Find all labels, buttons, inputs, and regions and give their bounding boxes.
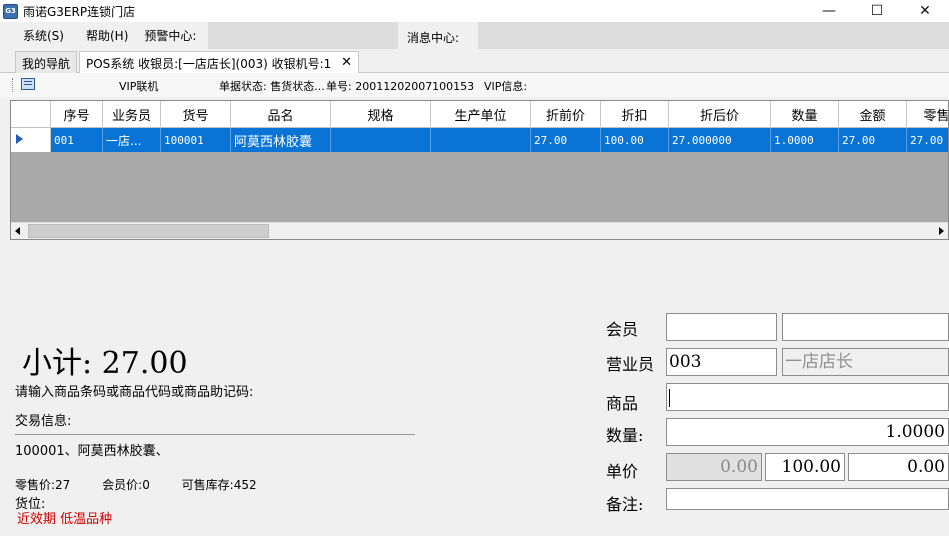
unit-price-field-3[interactable]: 0.00 — [848, 453, 949, 481]
col-header[interactable]: 金额 — [839, 101, 907, 128]
trade-info-text: 100001、阿莫西林胶囊、 — [15, 444, 169, 459]
cell-spec[interactable] — [331, 128, 431, 152]
col-header[interactable]: 品名 — [231, 101, 331, 128]
menu-bar: 系统(S) 帮助(H) 预警中心: 消息中心: — [0, 22, 949, 49]
app-icon: G3 — [3, 3, 18, 19]
salesperson-label: 营业员 — [606, 355, 655, 374]
cell-price-before[interactable]: 27.00 — [531, 128, 601, 152]
quantity-input[interactable]: 1.0000 — [666, 418, 949, 446]
col-header[interactable]: 数量 — [771, 101, 839, 128]
product-label: 商品 — [606, 394, 639, 413]
divider — [15, 434, 415, 435]
scroll-right-icon[interactable] — [939, 227, 944, 235]
retail-price: 零售价:27 — [15, 478, 71, 492]
subtotal: 小计: 27.00 — [22, 346, 188, 381]
cell-discount[interactable]: 100.00 — [601, 128, 669, 152]
cell-manufacturer[interactable] — [431, 128, 531, 152]
row-header-corner — [11, 101, 51, 128]
warning-center-panel — [208, 22, 398, 49]
input-prompt: 请输入商品条码或商品代码或商品助记码: — [15, 385, 254, 400]
scroll-left-icon[interactable] — [15, 227, 20, 235]
col-header[interactable]: 生产单位 — [431, 101, 531, 128]
title-bar: G3 雨诺G3ERP连锁门店 — ☐ ✕ — [0, 0, 949, 22]
member-price: 会员价:0 — [102, 478, 150, 492]
table-row[interactable]: 001 一店... 100001 阿莫西林胶囊 27.00 100.00 27.… — [11, 128, 948, 152]
maximize-button[interactable]: ☐ — [853, 0, 901, 22]
text-cursor — [669, 388, 670, 407]
product-input[interactable] — [666, 383, 949, 411]
warning-text: 近效期 低温品种 — [17, 512, 113, 527]
salesperson-name-field: 一店店长 — [782, 348, 949, 376]
vip-mode: VIP联机 — [119, 80, 159, 93]
doc-status: 单据状态: 售货状态... — [219, 80, 325, 93]
cell-retail[interactable]: 27.00 — [907, 128, 948, 152]
tab-pos-system[interactable]: POS系统 收银员:[一店店长](003) 收银机号:1 ✕ — [79, 51, 359, 74]
tab-pos-label: POS系统 收银员:[一店店长](003) 收银机号:1 — [86, 57, 332, 71]
cell-price-after[interactable]: 27.000000 — [669, 128, 771, 152]
unit-price-field-2[interactable]: 100.00 — [765, 453, 845, 481]
unit-price-label: 单价 — [606, 462, 639, 481]
note-label: 备注: — [606, 495, 644, 514]
cell-quantity[interactable]: 1.0000 — [771, 128, 839, 152]
window-controls: — ☐ ✕ — [805, 0, 949, 22]
col-header[interactable]: 折后价 — [669, 101, 771, 128]
col-header[interactable]: 规格 — [331, 101, 431, 128]
col-header[interactable]: 折前价 — [531, 101, 601, 128]
close-icon[interactable]: ✕ — [341, 55, 352, 70]
available-stock: 可售库存:452 — [181, 478, 257, 492]
toolbar: VIP联机 单据状态: 售货状态... 单号: 2001120200710015… — [0, 73, 949, 97]
minimize-button[interactable]: — — [805, 0, 853, 22]
row-pointer-icon — [11, 128, 51, 152]
col-header[interactable]: 货号 — [161, 101, 231, 128]
col-header[interactable]: 序号 — [51, 101, 103, 128]
message-center-label[interactable]: 消息中心: — [407, 29, 459, 46]
tab-bar: 我的导航 POS系统 收银员:[一店店长](003) 收银机号:1 ✕ — [0, 49, 949, 74]
close-button[interactable]: ✕ — [901, 0, 949, 22]
member-label: 会员 — [606, 320, 639, 339]
grid-header: 序号 业务员 货号 品名 规格 生产单位 折前价 折扣 折后价 数量 金额 零售 — [11, 101, 948, 128]
vip-info: VIP信息: — [484, 80, 528, 93]
member-name-input[interactable] — [782, 313, 949, 341]
quantity-label: 数量: — [606, 426, 644, 445]
menu-help[interactable]: 帮助(H) — [86, 27, 128, 44]
menu-system[interactable]: 系统(S) — [23, 27, 64, 44]
menu-warning-center[interactable]: 预警中心: — [144, 27, 196, 44]
scroll-thumb[interactable] — [28, 224, 269, 238]
unit-price-field-1: 0.00 — [666, 453, 762, 481]
screen-icon[interactable] — [21, 78, 35, 90]
price-info: 零售价:27 会员价:0 可售库存:452 — [15, 476, 285, 493]
col-header[interactable]: 折扣 — [601, 101, 669, 128]
horizontal-scrollbar[interactable] — [11, 222, 948, 239]
sales-grid[interactable]: 序号 业务员 货号 品名 规格 生产单位 折前价 折扣 折后价 数量 金额 零售… — [10, 100, 949, 240]
col-header[interactable]: 业务员 — [103, 101, 161, 128]
doc-number: 单号: 20011202007100153 — [326, 80, 475, 93]
salesperson-id-input[interactable]: 003 — [666, 348, 777, 376]
col-header[interactable]: 零售 — [907, 101, 948, 128]
trade-info-label: 交易信息: — [15, 414, 72, 429]
message-center-panel — [478, 22, 949, 49]
cell-salesperson[interactable]: 一店... — [103, 128, 161, 152]
cell-seq[interactable]: 001 — [51, 128, 103, 152]
cell-item-no[interactable]: 100001 — [161, 128, 231, 152]
cell-amount[interactable]: 27.00 — [839, 128, 907, 152]
member-id-input[interactable] — [666, 313, 777, 341]
window-title: 雨诺G3ERP连锁门店 — [23, 4, 136, 19]
toolbar-grip-icon[interactable] — [12, 78, 14, 92]
tab-my-navigation[interactable]: 我的导航 — [15, 51, 77, 73]
note-input[interactable] — [666, 488, 949, 510]
cell-product-name[interactable]: 阿莫西林胶囊 — [231, 128, 331, 152]
